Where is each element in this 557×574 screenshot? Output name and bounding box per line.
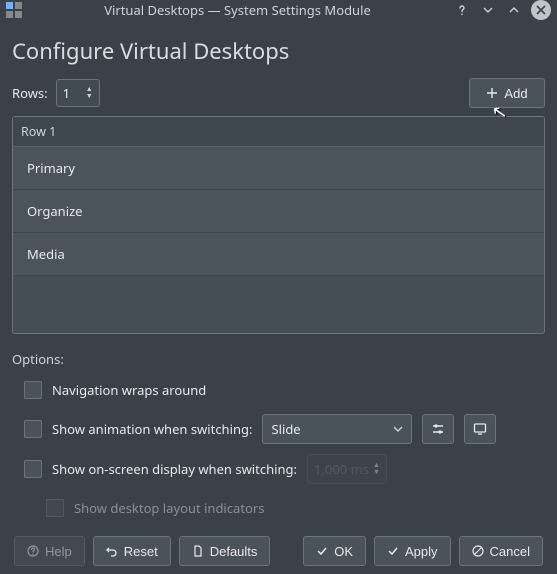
monitor-icon xyxy=(473,422,487,436)
anim-preview-button[interactable] xyxy=(464,414,496,444)
show-osd-label: Show on-screen display when switching: xyxy=(52,460,297,478)
app-icon xyxy=(6,2,22,18)
spin-arrows-icon: ▲▼ xyxy=(373,462,380,476)
nav-wrap-label: Navigation wraps around xyxy=(52,381,206,399)
defaults-button[interactable]: Defaults xyxy=(179,536,271,566)
ok-button[interactable]: OK xyxy=(303,536,366,566)
reset-button[interactable]: Reset xyxy=(93,536,171,566)
undo-icon xyxy=(106,545,118,557)
help-button[interactable]: Help xyxy=(14,536,85,566)
check-icon xyxy=(387,545,399,557)
anim-combo[interactable]: Slide xyxy=(262,414,412,444)
spin-arrows-icon[interactable]: ▲▼ xyxy=(86,86,93,100)
add-button[interactable]: Add xyxy=(469,78,545,108)
cancel-button[interactable]: Cancel xyxy=(459,536,543,566)
minimize-icon[interactable] xyxy=(479,1,497,19)
osd-value: 1,000 ms xyxy=(314,460,369,478)
desktop-item[interactable]: Media xyxy=(13,233,544,276)
check-icon xyxy=(316,545,328,557)
desktop-item[interactable]: Primary xyxy=(13,147,544,190)
add-label: Add xyxy=(504,86,527,101)
window-title: Virtual Desktops — System Settings Modul… xyxy=(28,1,447,19)
rows-value: 1 xyxy=(63,84,82,102)
show-anim-checkbox[interactable] xyxy=(24,420,42,438)
chevron-down-icon xyxy=(393,424,403,434)
desktop-item[interactable]: Organize xyxy=(13,190,544,233)
layout-ind-checkbox xyxy=(46,499,64,517)
anim-config-button[interactable] xyxy=(422,414,454,444)
cancel-icon xyxy=(472,545,484,557)
nav-wrap-checkbox[interactable] xyxy=(24,381,42,399)
show-osd-checkbox[interactable] xyxy=(24,460,42,478)
page-title: Configure Virtual Desktops xyxy=(12,36,545,66)
apply-button[interactable]: Apply xyxy=(374,536,451,566)
rows-label: Rows: xyxy=(12,84,48,102)
layout-ind-label: Show desktop layout indicators xyxy=(74,499,264,517)
desktop-list: Row 1 Primary Organize Media xyxy=(12,116,545,334)
help-icon[interactable] xyxy=(453,1,471,19)
maximize-icon[interactable] xyxy=(505,1,523,19)
help-icon xyxy=(27,545,39,557)
row-header: Row 1 xyxy=(13,117,544,147)
options-label: Options: xyxy=(12,350,545,368)
show-anim-label: Show animation when switching: xyxy=(52,420,252,438)
osd-duration-field: 1,000 ms ▲▼ xyxy=(307,454,387,484)
rows-spinbox[interactable]: 1 ▲▼ xyxy=(56,79,100,107)
plus-icon xyxy=(486,87,498,99)
document-icon xyxy=(192,545,204,557)
anim-value: Slide xyxy=(271,420,387,438)
titlebar: Virtual Desktops — System Settings Modul… xyxy=(0,0,557,20)
sliders-icon xyxy=(431,422,445,436)
close-icon[interactable] xyxy=(531,0,551,20)
